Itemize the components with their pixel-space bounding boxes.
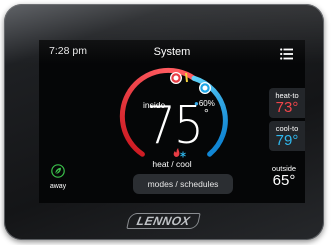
current-temp-marker	[185, 72, 188, 83]
heat-to-value: 73°	[275, 99, 299, 116]
screen-title: System	[153, 46, 191, 58]
away-button[interactable]: away	[47, 164, 69, 190]
thermostat-device: 7:28 pm System inside ●60% 75 ° heat / c…	[4, 4, 324, 240]
flame-snowflake-icon	[173, 148, 186, 158]
cool-setpoint-handle[interactable]	[199, 82, 211, 94]
heat-to-setpoint[interactable]: heat-to 73°	[269, 88, 305, 118]
modes-schedules-button[interactable]: modes / schedules	[133, 174, 233, 194]
hamburger-menu-icon[interactable]	[280, 48, 293, 60]
outside-value: 65°	[272, 172, 296, 189]
lennox-logo-text: LENNOX	[126, 213, 202, 229]
brand-logo: LENNOX	[4, 213, 324, 229]
system-mode-label: heat / cool	[152, 159, 192, 169]
heat-setpoint-handle[interactable]	[170, 72, 182, 84]
away-label: away	[49, 183, 67, 190]
cool-to-value: 79°	[275, 132, 299, 149]
cool-to-setpoint[interactable]: cool-to 79°	[269, 121, 305, 151]
temperature-degree-symbol: °	[204, 106, 209, 120]
outside-temperature: outside 65°	[267, 164, 301, 189]
leaf-icon	[51, 164, 65, 178]
thermostat-screen: 7:28 pm System inside ●60% 75 ° heat / c…	[39, 40, 305, 203]
